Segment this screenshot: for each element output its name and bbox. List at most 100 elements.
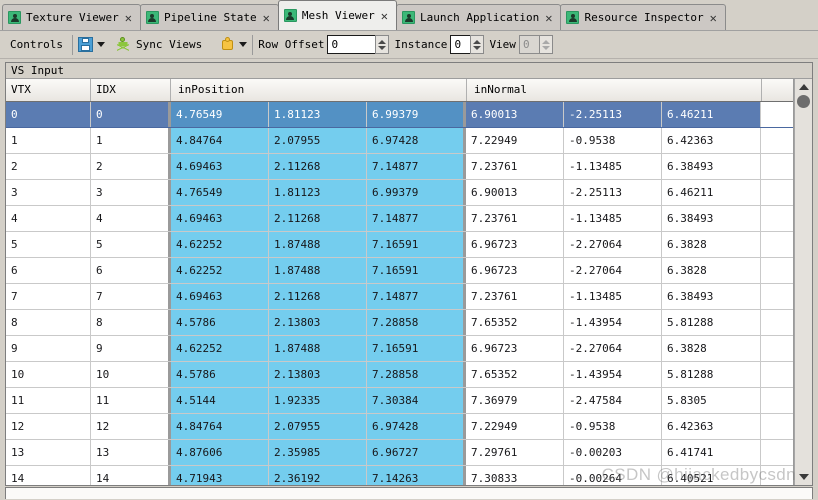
spin-down-icon[interactable] (473, 45, 482, 50)
cell-innormal-y[interactable]: -2.27064 (564, 232, 662, 257)
cell-innormal-z[interactable]: 6.46211 (662, 180, 761, 205)
mesh-config-button[interactable] (218, 34, 237, 56)
instance-stepper[interactable]: 0 (450, 35, 485, 54)
cell-vtx[interactable]: 12 (6, 414, 91, 439)
cell-inposition-z[interactable]: 7.14877 (367, 154, 466, 179)
table-row[interactable]: 13 13 4.87606 2.35985 6.96727 7.29761 -0.00203… (6, 440, 793, 466)
cell-innormal-x[interactable]: 7.29761 (466, 440, 564, 465)
instance-input[interactable]: 0 (450, 35, 471, 54)
cell-vtx[interactable]: 1 (6, 128, 91, 153)
cell-innormal-y[interactable]: -1.13485 (564, 154, 662, 179)
cell-innormal-y[interactable]: -2.27064 (564, 258, 662, 283)
cell-inposition-y[interactable]: 2.11268 (269, 206, 367, 231)
column-header-inposition[interactable]: inPosition (171, 79, 467, 101)
cell-inposition-x[interactable]: 4.87606 (171, 440, 269, 465)
cell-inposition-x[interactable]: 4.62252 (171, 232, 269, 257)
cell-inposition-z[interactable]: 6.97428 (367, 414, 466, 439)
cell-idx[interactable]: 2 (91, 154, 171, 179)
cell-idx[interactable]: 14 (91, 466, 171, 485)
cell-idx[interactable]: 1 (91, 128, 171, 153)
scrollbar-thumb[interactable] (797, 95, 810, 108)
cell-inposition-y[interactable]: 1.87488 (269, 258, 367, 283)
cell-inposition-x[interactable]: 4.5144 (171, 388, 269, 413)
cell-inposition-x[interactable]: 4.84764 (171, 414, 269, 439)
cell-inposition-x[interactable]: 4.69463 (171, 154, 269, 179)
cell-vtx[interactable]: 6 (6, 258, 91, 283)
instance-spin-buttons[interactable] (470, 35, 485, 54)
cell-innormal-x[interactable]: 7.23761 (466, 154, 564, 179)
cell-innormal-y[interactable]: -1.13485 (564, 284, 662, 309)
cell-innormal-z[interactable]: 6.3828 (662, 258, 761, 283)
close-icon[interactable]: ✕ (262, 12, 271, 24)
cell-idx[interactable]: 4 (91, 206, 171, 231)
cell-inposition-y[interactable]: 2.13803 (269, 310, 367, 335)
row-offset-stepper[interactable]: 0 (327, 35, 390, 54)
cell-inposition-z[interactable]: 6.97428 (367, 128, 466, 153)
table-row[interactable]: 7 7 4.69463 2.11268 7.14877 7.23761 -1.13485 6.… (6, 284, 793, 310)
close-icon[interactable]: ✕ (709, 12, 718, 24)
cell-inposition-y[interactable]: 2.07955 (269, 128, 367, 153)
tab-pipeline-state[interactable]: Pipeline State ✕ (139, 4, 279, 30)
table-row[interactable]: 6 6 4.62252 1.87488 7.16591 6.96723 -2.27064 6.… (6, 258, 793, 284)
cell-inposition-y[interactable]: 2.11268 (269, 154, 367, 179)
cell-inposition-z[interactable]: 7.16591 (367, 232, 466, 257)
cell-vtx[interactable]: 14 (6, 466, 91, 485)
save-mesh-button[interactable] (76, 34, 95, 56)
scroll-up-button[interactable] (795, 79, 812, 95)
cell-inposition-y[interactable]: 1.87488 (269, 336, 367, 361)
cell-innormal-y[interactable]: -0.00264 (564, 466, 662, 485)
cell-innormal-x[interactable]: 6.96723 (466, 336, 564, 361)
cell-innormal-x[interactable]: 7.65352 (466, 310, 564, 335)
cell-inposition-y[interactable]: 2.07955 (269, 414, 367, 439)
cell-innormal-y[interactable]: -2.27064 (564, 336, 662, 361)
cell-inposition-y[interactable]: 1.81123 (269, 102, 367, 127)
cell-idx[interactable]: 0 (91, 102, 171, 127)
cell-idx[interactable]: 10 (91, 362, 171, 387)
table-row[interactable]: 2 2 4.69463 2.11268 7.14877 7.23761 -1.13485 6.… (6, 154, 793, 180)
spin-up-icon[interactable] (473, 39, 482, 44)
cell-inposition-z[interactable]: 7.14263 (367, 466, 466, 485)
cell-innormal-z[interactable]: 6.38493 (662, 206, 761, 231)
close-icon[interactable]: ✕ (124, 12, 133, 24)
scroll-down-button[interactable] (795, 469, 812, 485)
table-row[interactable]: 0 0 4.76549 1.81123 6.99379 6.90013 -2.25113 6.… (6, 102, 793, 128)
cell-inposition-z[interactable]: 7.14877 (367, 206, 466, 231)
cell-innormal-x[interactable]: 6.90013 (466, 102, 564, 127)
cell-vtx[interactable]: 5 (6, 232, 91, 257)
tab-resource-inspector[interactable]: Resource Inspector ✕ (560, 4, 726, 30)
cell-inposition-x[interactable]: 4.84764 (171, 128, 269, 153)
cell-idx[interactable]: 9 (91, 336, 171, 361)
table-row[interactable]: 10 10 4.5786 2.13803 7.28858 7.65352 -1.43954 5… (6, 362, 793, 388)
mesh-config-dropdown-button[interactable] (237, 34, 249, 56)
cell-innormal-z[interactable]: 6.38493 (662, 284, 761, 309)
cell-idx[interactable]: 7 (91, 284, 171, 309)
cell-inposition-y[interactable]: 2.36192 (269, 466, 367, 485)
cell-inposition-z[interactable]: 7.30384 (367, 388, 466, 413)
cell-inposition-x[interactable]: 4.62252 (171, 258, 269, 283)
cell-innormal-z[interactable]: 6.3828 (662, 232, 761, 257)
cell-inposition-y[interactable]: 2.11268 (269, 284, 367, 309)
cell-inposition-y[interactable]: 1.81123 (269, 180, 367, 205)
cell-vtx[interactable]: 13 (6, 440, 91, 465)
close-icon[interactable]: ✕ (380, 10, 389, 22)
cell-vtx[interactable]: 7 (6, 284, 91, 309)
cell-inposition-x[interactable]: 4.62252 (171, 336, 269, 361)
cell-vtx[interactable]: 8 (6, 310, 91, 335)
cell-innormal-x[interactable]: 7.23761 (466, 284, 564, 309)
column-header-innormal[interactable]: inNormal (467, 79, 762, 101)
cell-innormal-y[interactable]: -1.43954 (564, 310, 662, 335)
cell-innormal-y[interactable]: -0.9538 (564, 414, 662, 439)
cell-inposition-x[interactable]: 4.71943 (171, 466, 269, 485)
cell-vtx[interactable]: 3 (6, 180, 91, 205)
table-row[interactable]: 14 14 4.71943 2.36192 7.14263 7.30833 -0.00264… (6, 466, 793, 485)
cell-idx[interactable]: 3 (91, 180, 171, 205)
spin-up-icon[interactable] (378, 39, 387, 44)
cell-vtx[interactable]: 0 (6, 102, 91, 127)
table-row[interactable]: 4 4 4.69463 2.11268 7.14877 7.23761 -1.13485 6.… (6, 206, 793, 232)
cell-innormal-x[interactable]: 7.22949 (466, 414, 564, 439)
row-offset-spin-buttons[interactable] (375, 35, 390, 54)
cell-innormal-x[interactable]: 6.96723 (466, 232, 564, 257)
table-row[interactable]: 5 5 4.62252 1.87488 7.16591 6.96723 -2.27064 6.… (6, 232, 793, 258)
cell-vtx[interactable]: 9 (6, 336, 91, 361)
column-header-idx[interactable]: IDX (91, 79, 171, 101)
